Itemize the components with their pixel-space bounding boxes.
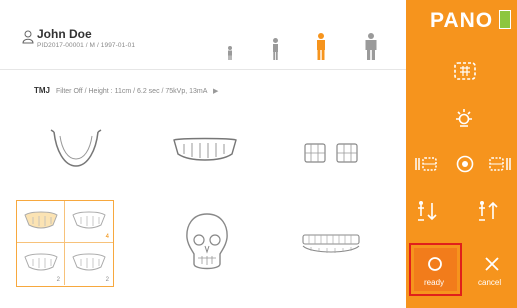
child-small-icon[interactable] xyxy=(226,46,234,60)
play-arrow-icon: ▶ xyxy=(213,88,219,95)
ready-icon xyxy=(428,257,442,271)
move-up-icon[interactable] xyxy=(477,200,499,222)
tmj-count-2: 2 xyxy=(56,277,60,283)
tmj-closed-icon xyxy=(72,253,106,271)
arch-wide-icon[interactable] xyxy=(488,154,512,174)
patient-header: John Doe PID2017-00001 / M / 1997-01-01 xyxy=(0,0,406,70)
tmj-quad-3[interactable]: 2 xyxy=(17,243,65,285)
patient-id-line: PID2017-00001 / M / 1997-01-01 xyxy=(37,42,136,49)
patient-icon xyxy=(22,30,34,44)
cancel-icon[interactable] xyxy=(484,256,500,272)
maxilla-icon xyxy=(173,137,237,161)
exam-params: Filter Off / Height : 11cm / 6.2 sec / 7… xyxy=(55,88,208,95)
child-icon[interactable] xyxy=(271,38,280,60)
tmj-open-icon xyxy=(24,211,58,229)
tmj-open-icon xyxy=(24,253,58,271)
exam-mode: TMJ xyxy=(34,86,50,95)
mandible-icon xyxy=(50,129,102,167)
tmj-quad-1[interactable] xyxy=(17,201,65,243)
pano-title: PANO xyxy=(430,9,494,32)
program-maxilla[interactable] xyxy=(170,134,240,164)
arch-center-icon[interactable] xyxy=(455,154,475,174)
battery-icon xyxy=(499,10,511,29)
adult-large-icon[interactable] xyxy=(364,33,378,60)
program-ceph-skull[interactable] xyxy=(184,212,230,274)
skull-icon xyxy=(186,213,228,270)
age-selector xyxy=(222,20,382,60)
tmj-quad-2[interactable]: 4 xyxy=(65,201,113,243)
program-tmj-multi[interactable]: 4 2 2 xyxy=(16,200,114,287)
ready-label: ready xyxy=(424,278,445,287)
patient-name: John Doe xyxy=(37,27,92,41)
arch-narrow-icon[interactable] xyxy=(414,154,438,174)
tmj-quad-4[interactable]: 2 xyxy=(65,243,113,285)
tmj-count-3: 2 xyxy=(105,277,109,283)
program-bitewing[interactable] xyxy=(303,142,359,164)
pano-view-icon[interactable] xyxy=(452,60,478,82)
light-icon[interactable] xyxy=(453,107,475,129)
program-mandible[interactable] xyxy=(46,128,106,170)
bitewing-icon xyxy=(304,143,358,163)
tmj-count-1: 4 xyxy=(105,234,109,240)
full-arch-icon xyxy=(302,234,360,253)
exam-settings-line[interactable]: TMJ Filter Off / Height : 11cm / 6.2 sec… xyxy=(34,86,218,96)
cancel-label[interactable]: cancel xyxy=(478,278,501,287)
adult-icon[interactable] xyxy=(315,33,327,60)
move-down-icon[interactable] xyxy=(416,200,438,222)
program-full-arch[interactable] xyxy=(299,232,363,256)
tmj-closed-icon xyxy=(72,211,106,229)
